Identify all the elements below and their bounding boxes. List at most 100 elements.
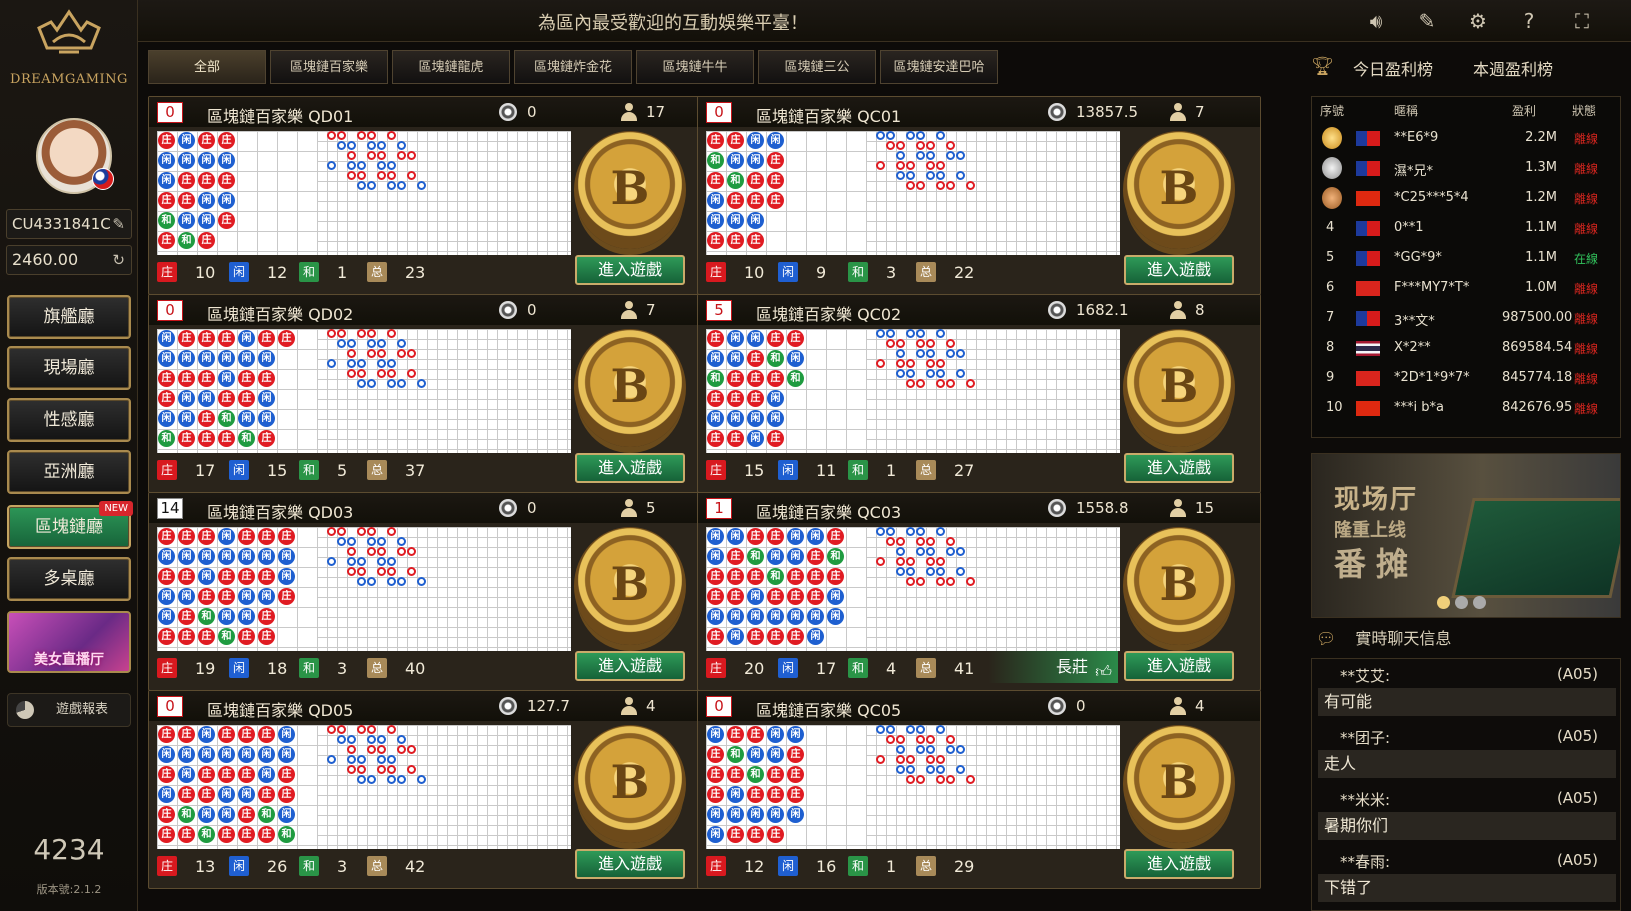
tie-count: 1 bbox=[886, 461, 897, 480]
avatar[interactable] bbox=[36, 118, 114, 194]
road-ring bbox=[377, 151, 386, 160]
profit-value: 1.2M bbox=[1525, 190, 1557, 205]
carousel-dot[interactable] bbox=[1455, 596, 1468, 609]
road-ring bbox=[916, 725, 925, 734]
tab-all[interactable]: 全部 bbox=[148, 50, 266, 84]
hall-asia[interactable]: 亞洲廳 bbox=[7, 450, 131, 494]
road-ring bbox=[357, 161, 366, 170]
room-card[interactable]: 0 區塊鏈百家樂 QD05 127.7 4 庄闲庄闲庄庄庄闲闲庄和庄闲闲庄庄闲和庄闲庄闲… bbox=[148, 690, 712, 889]
road-ring bbox=[337, 537, 346, 546]
road-ring bbox=[926, 339, 935, 348]
beauty-live-banner[interactable]: 美女直播厅 bbox=[7, 611, 131, 673]
bead: 闲 bbox=[787, 806, 804, 823]
round-count: 5 bbox=[706, 300, 732, 321]
room-card[interactable]: 5 區塊鏈百家樂 QC02 1682.1 8 庄闲和庄闲庄闲闲庄庄闲庄闲庄庄庄闲闲庄和庄… bbox=[697, 294, 1261, 493]
bead: 庄 bbox=[198, 786, 215, 803]
hall-blockchain[interactable]: 區塊鏈廳 NEW bbox=[7, 501, 133, 549]
tab-dragon-tiger[interactable]: 區塊鏈龍虎 bbox=[392, 50, 510, 84]
road-ring bbox=[357, 527, 366, 536]
bead: 和 bbox=[827, 548, 844, 565]
bead: 庄 bbox=[787, 628, 804, 645]
room-card[interactable]: 14 區塊鏈百家樂 QD03 0 5 庄闲庄闲闲庄庄闲庄闲庄庄庄闲闲庄和庄闲闲庄庄闲和庄… bbox=[148, 492, 712, 691]
bead: 闲 bbox=[707, 548, 724, 565]
enter-game-button[interactable]: 進入遊戲 bbox=[1124, 651, 1234, 681]
enter-game-button[interactable]: 進入遊戲 bbox=[575, 453, 685, 483]
chat-sender: **艾艾: bbox=[1340, 667, 1391, 685]
road-ring bbox=[387, 577, 396, 586]
road-ring bbox=[387, 755, 396, 764]
online-status: 離線 bbox=[1574, 372, 1599, 386]
game-report-button[interactable]: 遊戲報表 bbox=[7, 693, 131, 727]
enter-game-button[interactable]: 進入遊戲 bbox=[575, 849, 685, 879]
road-ring bbox=[377, 547, 386, 556]
bead: 闲 bbox=[807, 528, 824, 545]
bead: 庄 bbox=[258, 726, 275, 743]
room-header: 0 區塊鏈百家樂 QD01 0 17 bbox=[149, 97, 711, 127]
bead: 闲 bbox=[727, 330, 744, 347]
road-ring bbox=[417, 577, 426, 586]
road-ring bbox=[367, 181, 376, 190]
room-card[interactable]: 1 區塊鏈百家樂 QC03 1558.8 15 闲闲庄庄闲庄闲庄庄庄闲闲庄和庄闲闲庄庄闲… bbox=[697, 492, 1261, 691]
ranking-row: 4 0**1 1.1M 離線 bbox=[1312, 213, 1620, 243]
tab-golden-flower[interactable]: 區塊鏈炸金花 bbox=[514, 50, 632, 84]
road-ring bbox=[417, 181, 426, 190]
promo-banner[interactable]: 现场厅 隆重上线 番摊 bbox=[1311, 453, 1621, 618]
enter-game-button[interactable]: 進入遊戲 bbox=[1124, 849, 1234, 879]
road-ring bbox=[946, 151, 955, 160]
hall-multi-table[interactable]: 多桌廳 bbox=[7, 557, 131, 601]
hall-sexy[interactable]: 性感廳 bbox=[7, 398, 131, 442]
bead: 闲 bbox=[827, 608, 844, 625]
chip-icon bbox=[499, 499, 517, 517]
bead: 庄 bbox=[178, 330, 195, 347]
road-ring bbox=[906, 557, 915, 566]
chat-panel[interactable]: **艾艾: (A05) 有可能 **团子: (A05) 走人 **米米: (A05) 暑期你们 *… bbox=[1311, 658, 1621, 911]
enter-game-button[interactable]: 進入遊戲 bbox=[1124, 453, 1234, 483]
player-icon: 闲 bbox=[778, 856, 798, 876]
room-card[interactable]: 0 區塊鏈百家樂 QD01 0 17 庄闲闲庄和庄闲闲庄庄闲和庄闲庄闲闲庄庄闲庄闲庄 B 庄… bbox=[148, 96, 712, 295]
hall-live[interactable]: 現場廳 bbox=[7, 346, 131, 390]
enter-game-button[interactable]: 進入遊戲 bbox=[575, 255, 685, 285]
refresh-icon[interactable]: ↻ bbox=[112, 246, 125, 274]
road-ring bbox=[916, 527, 925, 536]
bead: 庄 bbox=[218, 588, 235, 605]
enter-game-button[interactable]: 進入遊戲 bbox=[1124, 255, 1234, 285]
tab-andar-bahar[interactable]: 區塊鏈安達巴哈 bbox=[880, 50, 998, 84]
carousel-dot[interactable] bbox=[1437, 596, 1450, 609]
bead: 庄 bbox=[747, 628, 764, 645]
road-ring bbox=[377, 161, 386, 170]
bead: 闲 bbox=[747, 430, 764, 447]
bead: 闲 bbox=[158, 608, 175, 625]
enter-game-button[interactable]: 進入遊戲 bbox=[575, 651, 685, 681]
road-ring bbox=[936, 181, 945, 190]
bead: 闲 bbox=[238, 350, 255, 367]
bead: 庄 bbox=[238, 528, 255, 545]
bead: 庄 bbox=[258, 568, 275, 585]
edit-icon[interactable]: ✎ bbox=[1414, 8, 1440, 34]
carousel-dot[interactable] bbox=[1473, 596, 1486, 609]
room-card[interactable]: 0 區塊鏈百家樂 QC01 13857.5 7 庄和庄闲闲庄庄闲和庄闲庄闲闲庄庄闲庄闲庄… bbox=[697, 96, 1261, 295]
bead: 闲 bbox=[767, 410, 784, 427]
help-icon[interactable]: ? bbox=[1516, 8, 1542, 34]
bead: 庄 bbox=[238, 806, 255, 823]
speaker-icon[interactable]: 🔊︎ bbox=[1363, 8, 1389, 34]
tab-week-ranking[interactable]: 本週盈利榜 bbox=[1473, 56, 1553, 80]
fullscreen-icon[interactable]: ⛶ bbox=[1569, 8, 1595, 34]
bead-road: 闲闲庄庄闲和庄闲庄闲闲庄庄闲庄闲庄庄庄闲闲庄和庄闲闲庄庄闲和庄闲庄闲闲庄庄 bbox=[157, 329, 317, 453]
edit-name-icon[interactable]: ✎ bbox=[112, 210, 125, 238]
road-ring bbox=[337, 329, 346, 338]
tab-three-cards[interactable]: 區塊鏈三公 bbox=[758, 50, 876, 84]
road-ring bbox=[916, 735, 925, 744]
carousel-dots[interactable] bbox=[1437, 594, 1491, 613]
balance-field: 2460.00 ↻ bbox=[6, 245, 132, 275]
room-card[interactable]: 0 區塊鏈百家樂 QD02 0 7 闲闲庄庄闲和庄闲庄闲闲庄庄闲庄闲庄庄庄闲闲庄和庄闲闲… bbox=[148, 294, 712, 493]
tab-bull-bull[interactable]: 區塊鏈牛牛 bbox=[636, 50, 754, 84]
gear-icon[interactable]: ⚙ bbox=[1465, 8, 1491, 34]
hall-flagship[interactable]: 旗艦廳 bbox=[7, 295, 131, 339]
room-card[interactable]: 0 區塊鏈百家樂 QC05 0 4 闲庄庄庄闲闲庄和庄闲闲庄庄闲和庄闲庄闲闲庄庄闲庄闲庄… bbox=[697, 690, 1261, 889]
bead: 闲 bbox=[198, 350, 215, 367]
tab-today-ranking[interactable]: 今日盈利榜 bbox=[1353, 56, 1433, 80]
brand-name: DREAMGAMING bbox=[10, 72, 128, 87]
bead: 闲 bbox=[218, 528, 235, 545]
bead: 庄 bbox=[158, 766, 175, 783]
tab-baccarat[interactable]: 區塊鏈百家樂 bbox=[270, 50, 388, 84]
